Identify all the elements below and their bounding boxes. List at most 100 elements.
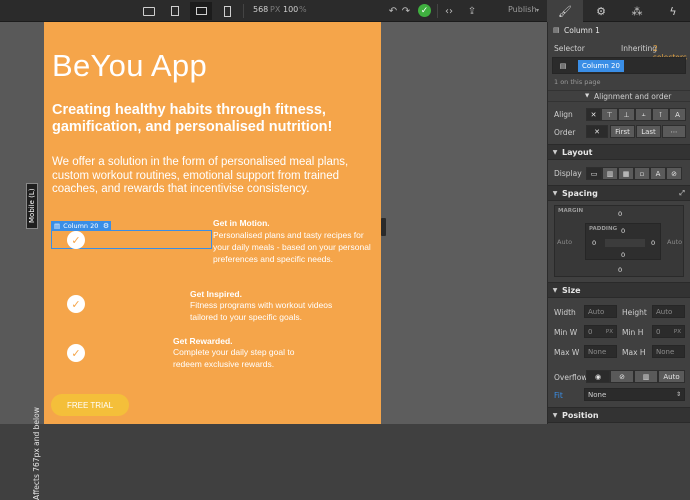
page-preview: BeYou App Creating healthy habits throug… — [44, 22, 381, 424]
selected-element-name: Column 20 — [63, 222, 99, 230]
feature-title[interactable]: Get in Motion. — [213, 218, 270, 228]
desktop-icon[interactable] — [164, 2, 186, 20]
panel-tabs: 🖌 ⚙ ⁂ ϟ — [547, 0, 690, 22]
display-label: Display — [554, 169, 582, 178]
size-section-title: Size — [562, 285, 581, 295]
margin-top-value[interactable]: 0 — [618, 210, 622, 218]
hero-intro[interactable]: We offer a solution in the form of perso… — [52, 156, 372, 197]
display-inline-icon[interactable]: A — [650, 167, 666, 180]
margin-bottom-value[interactable]: 0 — [618, 266, 622, 274]
mobile-portrait-icon[interactable] — [216, 2, 238, 20]
order-label: Order — [554, 128, 576, 137]
max-width-label: Max W — [554, 348, 580, 357]
overflow-visible-icon[interactable]: ◉ — [586, 370, 610, 383]
alignment-toggle-label: Alignment and order — [594, 92, 672, 101]
min-height-unit: PX — [673, 328, 681, 335]
overflow-hidden-icon[interactable]: ⊘ — [610, 370, 634, 383]
divider — [437, 4, 438, 18]
selector-type-icon[interactable]: ▤ — [553, 58, 573, 73]
padding-bottom-value[interactable]: 0 — [621, 251, 625, 259]
display-block-icon[interactable]: ▭ — [586, 167, 602, 180]
padding-left-value[interactable]: 0 — [592, 239, 596, 247]
select-arrows-icon: ⇕ — [675, 391, 681, 398]
element-name: Column 1 — [564, 26, 600, 35]
margin-left-value[interactable]: Auto — [557, 238, 572, 246]
feature-title[interactable]: Get Rewarded. — [173, 336, 233, 346]
feature-desc[interactable]: Complete your daily step goal to redeem … — [173, 346, 318, 370]
selected-element-label[interactable]: ▤ Column 20 — [51, 221, 102, 231]
align-start-icon[interactable]: ⊤ — [601, 108, 618, 121]
selector-field[interactable]: ▤ Column 20 — [552, 57, 686, 74]
hero-headline[interactable]: Creating healthy habits through fitness,… — [52, 102, 352, 136]
height-label: Height — [622, 308, 647, 317]
brand-title[interactable]: BeYou App — [52, 48, 207, 84]
selector-tag[interactable]: Column 20 — [578, 59, 624, 72]
min-height-input[interactable]: 0 PX — [652, 325, 685, 338]
order-last-button[interactable]: Last — [636, 125, 661, 138]
overflow-auto-button[interactable]: Auto — [658, 370, 685, 383]
element-settings-gear-icon[interactable]: ⚙ — [101, 221, 111, 231]
chevron-down-icon: ▼ — [552, 189, 558, 197]
column-icon: ▤ — [553, 26, 560, 34]
display-flex-icon[interactable]: ▥ — [602, 167, 618, 180]
settings-gear-icon[interactable]: ⚙ — [583, 0, 619, 22]
chevron-down-icon: ▼ — [552, 286, 558, 294]
chevron-down-icon: ▼ — [552, 148, 558, 156]
feature-desc[interactable]: Personalised plans and tasty recipes for… — [213, 229, 378, 265]
layout-section-header[interactable]: ▼ Layout — [548, 144, 690, 160]
align-baseline-icon[interactable]: A — [669, 108, 686, 121]
display-none-icon[interactable]: ⊘ — [666, 167, 682, 180]
breakpoint-tag[interactable]: Mobile (L) — [26, 183, 38, 229]
drops-icon[interactable]: ⁂ — [619, 0, 655, 22]
max-height-input[interactable]: None — [652, 345, 685, 358]
min-width-input[interactable]: 0 PX — [584, 325, 617, 338]
order-none-icon[interactable]: ✕ — [586, 125, 608, 138]
size-section-header[interactable]: ▼ Size — [548, 282, 690, 298]
selector-label: Selector — [554, 44, 585, 53]
more-options-icon[interactable]: ⋯ — [662, 125, 686, 138]
fit-select[interactable]: None ⇕ — [584, 388, 685, 401]
redo-icon[interactable]: ↷ — [398, 3, 414, 19]
alignment-toggle-row[interactable]: ▼ Alignment and order — [548, 90, 690, 102]
chevron-down-icon: ▼ — [585, 93, 590, 99]
padding-right-value[interactable]: 0 — [651, 239, 655, 247]
on-page-count: 1 on this page — [554, 78, 601, 86]
publish-button[interactable]: Publish — [508, 5, 537, 14]
spacing-expand-icon[interactable]: ⤢ — [679, 189, 685, 198]
feature-title[interactable]: Get Inspired. — [190, 289, 242, 299]
padding-top-value[interactable]: 0 — [621, 227, 625, 235]
desktop-plus-icon[interactable] — [138, 2, 160, 20]
width-input[interactable]: Auto — [584, 305, 617, 318]
align-none-icon[interactable]: ✕ — [586, 108, 601, 121]
spacing-section-header[interactable]: ▼ Spacing ⤢ — [548, 185, 690, 201]
divider — [243, 4, 244, 18]
max-width-input[interactable]: None — [584, 345, 617, 358]
layout-section-title: Layout — [562, 147, 593, 157]
height-input[interactable]: Auto — [652, 305, 685, 318]
zoom-value[interactable]: 100 — [283, 5, 298, 14]
lightning-icon[interactable]: ϟ — [655, 0, 690, 22]
resize-handle[interactable] — [381, 218, 386, 236]
check-icon: ✓ — [67, 231, 85, 249]
align-end-icon[interactable]: ⫠ — [635, 108, 652, 121]
overflow-scroll-icon[interactable]: ▥ — [634, 370, 658, 383]
export-icon[interactable]: ⇪ — [464, 3, 480, 19]
order-first-button[interactable]: First — [610, 125, 635, 138]
free-trial-button[interactable]: FREE TRIAL — [51, 394, 129, 416]
style-brush-icon[interactable]: 🖌 — [547, 0, 583, 22]
canvas-width-value[interactable]: 568 — [253, 5, 268, 14]
code-icon[interactable]: ‹› — [441, 3, 457, 19]
padding-label: PADDING — [589, 226, 618, 232]
display-grid-icon[interactable]: ▦ — [618, 167, 634, 180]
position-section-header[interactable]: ▼ Position — [548, 407, 690, 423]
display-inline-block-icon[interactable]: ▫ — [634, 167, 650, 180]
saved-check-icon[interactable]: ✓ — [418, 4, 431, 17]
width-label: Width — [554, 308, 576, 317]
align-center-icon[interactable]: ⊥ — [618, 108, 635, 121]
breakpoint-note: Affects 767px and below — [32, 407, 41, 500]
margin-right-value[interactable]: Auto — [667, 238, 682, 246]
feature-desc[interactable]: Fitness programs with workout videos tai… — [190, 299, 340, 323]
fit-value: None — [588, 390, 607, 399]
tablet-landscape-icon[interactable] — [190, 2, 212, 20]
align-stretch-icon[interactable]: ⊺ — [652, 108, 669, 121]
